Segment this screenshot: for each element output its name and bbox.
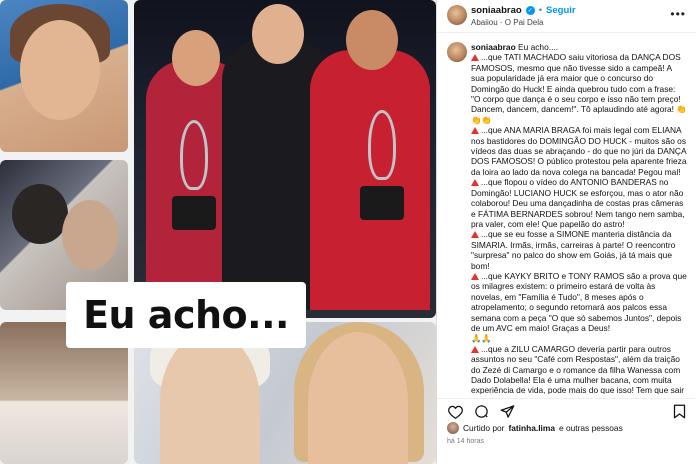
caption: soniaabrao Eu acho.... ...que TATI MACHA… [437, 38, 695, 394]
trophy-icon [172, 120, 216, 230]
caption-paragraph: ...que ANA MARIA BRAGA foi mais legal co… [471, 125, 687, 177]
caption-intro: Eu acho.... [518, 42, 559, 52]
warning-icon [471, 127, 479, 135]
warning-icon [471, 179, 479, 187]
likes-suffix[interactable]: e outras pessoas [559, 423, 623, 433]
caption-paragraph: ...que a ZILU CAMARGO deveria partir par… [471, 344, 687, 394]
post-panel: soniaabrao ✓ • Seguir Abaiiou · O Pai De… [436, 0, 696, 464]
audio-label[interactable]: Abaiiou · O Pai Dela [471, 18, 688, 27]
face-shape [20, 20, 100, 120]
photo-dance-winners [134, 0, 436, 318]
photo-smiling-woman [0, 0, 128, 152]
caption-paragraph: ...que KAYKY BRITO e TONY RAMOS são a pr… [471, 271, 687, 333]
caption-paragraph: ...que TATI MACHADO saiu vitoriosa da DA… [471, 52, 687, 125]
caption-paragraph: ...que flopou o vídeo do ANTONIO BANDERA… [471, 177, 687, 229]
caption-paragraph-text: ...que TATI MACHADO saiu vitoriosa da DA… [471, 52, 687, 125]
follow-button[interactable]: Seguir [546, 5, 576, 16]
caption-paragraph-text: ...que a ZILU CAMARGO deveria partir par… [471, 343, 685, 394]
liker-avatar [447, 422, 459, 434]
warning-icon [471, 54, 479, 62]
likes-summary[interactable]: Curtido por fatinha.lima e outras pessoa… [437, 422, 695, 434]
avatar[interactable] [447, 42, 467, 62]
send-icon[interactable] [499, 404, 515, 420]
post-header: soniaabrao ✓ • Seguir Abaiiou · O Pai De… [437, 0, 696, 33]
face-shape [160, 332, 260, 464]
caption-paragraph: 🙏🙏 [471, 333, 687, 343]
action-bar [437, 398, 695, 420]
post-timestamp: há 14 horas [447, 438, 484, 445]
verified-badge-icon: ✓ [525, 6, 535, 15]
likes-user[interactable]: fatinha.lima [508, 423, 555, 433]
avatar[interactable] [447, 5, 467, 25]
trophy-icon [360, 110, 404, 220]
warning-icon [471, 345, 479, 353]
overlay-caption: Eu acho... [66, 282, 306, 348]
caption-paragraph-text: 🙏🙏 [471, 333, 492, 344]
separator-dot: • [538, 5, 543, 16]
face-shape [308, 332, 408, 464]
caption-paragraph: ...que se eu fosse a SIMONE manteria dis… [471, 229, 687, 271]
face-shape [12, 184, 68, 244]
heart-icon[interactable] [447, 404, 463, 420]
bookmark-icon[interactable] [671, 404, 687, 420]
caption-paragraph-text: ...que flopou o vídeo do ANTONIO BANDERA… [471, 177, 685, 229]
caption-paragraphs: ...que TATI MACHADO saiu vitoriosa da DA… [471, 52, 687, 394]
caption-username[interactable]: soniaabrao [471, 42, 516, 52]
caption-paragraph-text: ...que ANA MARIA BRAGA foi mais legal co… [471, 125, 687, 177]
warning-icon [471, 272, 479, 280]
caption-paragraph-text: ...que KAYKY BRITO e TONY RAMOS são a pr… [471, 270, 687, 333]
likes-prefix: Curtido por [463, 423, 505, 433]
caption-paragraph-text: ...que se eu fosse a SIMONE manteria dis… [471, 229, 676, 271]
post-media[interactable]: Eu acho... [0, 0, 436, 464]
more-options-icon[interactable]: ••• [670, 7, 686, 21]
face-shape [62, 200, 118, 270]
username[interactable]: soniaabrao [471, 5, 522, 16]
comment-icon[interactable] [473, 404, 489, 420]
warning-icon [471, 231, 479, 239]
overlay-text: Eu acho... [83, 293, 289, 337]
